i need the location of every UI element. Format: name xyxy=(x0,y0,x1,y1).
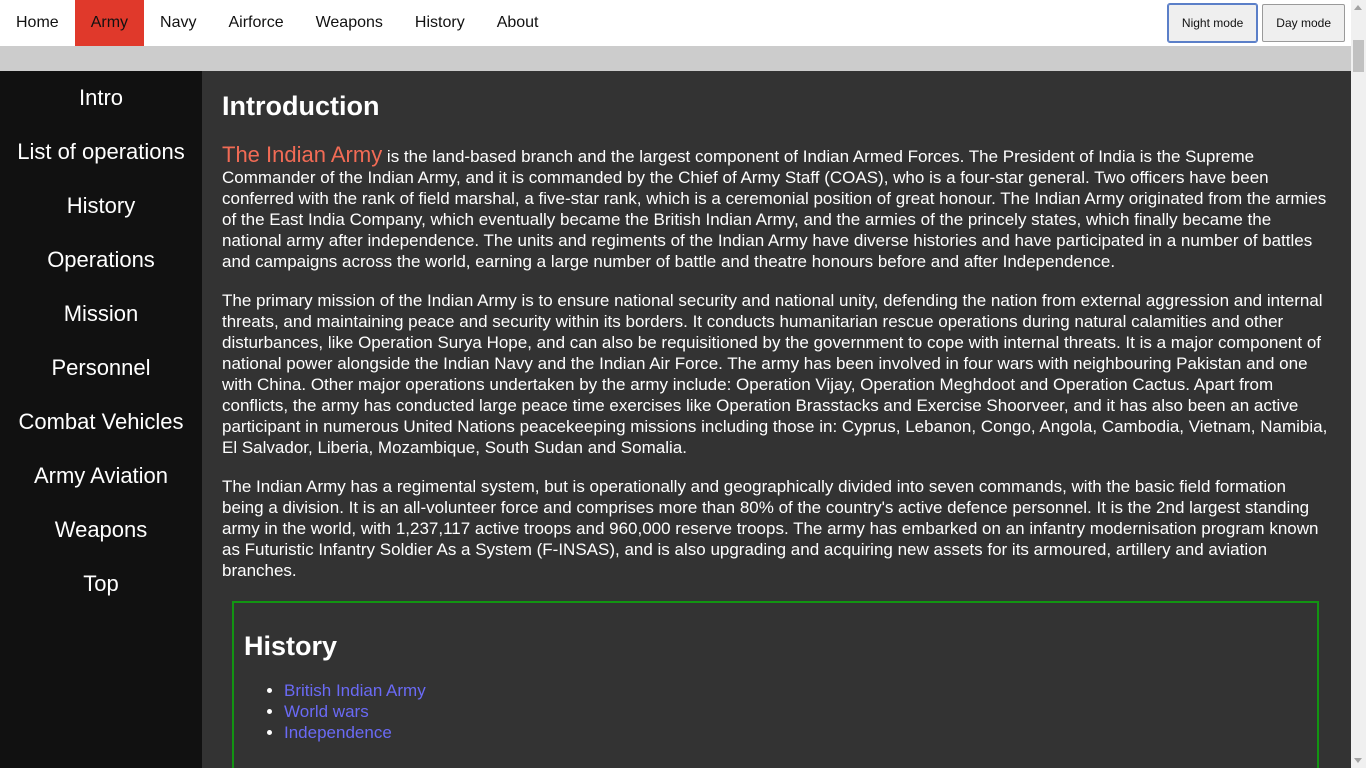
nav-army[interactable]: Army xyxy=(74,0,145,46)
scroll-up-arrow-icon[interactable] xyxy=(1354,5,1362,10)
sidebar-item-weapons[interactable]: Weapons xyxy=(0,503,202,557)
sidebar-item-personnel[interactable]: Personnel xyxy=(0,341,202,395)
sidebar-item-mission[interactable]: Mission xyxy=(0,287,202,341)
scroll-down-arrow-icon[interactable] xyxy=(1354,758,1362,763)
list-item: Independence xyxy=(284,722,1307,743)
paragraph-1-text: is the land-based branch and the largest… xyxy=(222,147,1327,271)
sidebar-item-top[interactable]: Top xyxy=(0,557,202,611)
sidebar-item-operations[interactable]: Operations xyxy=(0,233,202,287)
history-section: History British Indian Army World wars I… xyxy=(232,601,1319,768)
header-divider-band xyxy=(0,46,1351,71)
nav-about[interactable]: About xyxy=(481,0,555,46)
sidebar-item-combat-vehicles[interactable]: Combat Vehicles xyxy=(0,395,202,449)
list-item: British Indian Army xyxy=(284,680,1307,701)
nav-weapons[interactable]: Weapons xyxy=(300,0,399,46)
sidebar-item-intro[interactable]: Intro xyxy=(0,71,202,125)
nav-history[interactable]: History xyxy=(399,0,481,46)
main-content: Introduction The Indian Army is the land… xyxy=(202,71,1351,768)
night-mode-button[interactable]: Night mode xyxy=(1166,3,1259,43)
mode-buttons: Night mode Day mode xyxy=(1166,3,1345,43)
day-mode-button[interactable]: Day mode xyxy=(1262,4,1345,42)
intro-paragraph-2: The primary mission of the Indian Army i… xyxy=(222,291,1328,457)
lead-highlight: The Indian Army xyxy=(222,142,383,167)
link-world-wars[interactable]: World wars xyxy=(284,702,369,721)
nav-navy[interactable]: Navy xyxy=(144,0,212,46)
sidebar: Intro List of operations History Operati… xyxy=(0,71,202,768)
vertical-scrollbar[interactable] xyxy=(1351,0,1366,768)
link-independence[interactable]: Independence xyxy=(284,723,392,742)
sidebar-item-history[interactable]: History xyxy=(0,179,202,233)
intro-paragraph-1: The Indian Army is the land-based branch… xyxy=(222,144,1331,272)
main-inner: Introduction The Indian Army is the land… xyxy=(202,91,1351,768)
history-title: History xyxy=(244,631,338,661)
sidebar-item-list-of-operations[interactable]: List of operations xyxy=(0,125,202,179)
nav-airforce[interactable]: Airforce xyxy=(212,0,299,46)
intro-paragraph-3: The Indian Army has a regimental system,… xyxy=(222,477,1319,580)
link-british-indian-army[interactable]: British Indian Army xyxy=(284,681,426,700)
scroll-thumb[interactable] xyxy=(1353,40,1364,72)
top-navigation: Home Army Navy Airforce Weapons History … xyxy=(0,0,1351,46)
history-link-list: British Indian Army World wars Independe… xyxy=(244,680,1307,743)
page-title: Introduction xyxy=(222,91,380,121)
sidebar-item-army-aviation[interactable]: Army Aviation xyxy=(0,449,202,503)
nav-home[interactable]: Home xyxy=(0,0,75,46)
sidebar-list: Intro List of operations History Operati… xyxy=(0,71,202,611)
list-item: World wars xyxy=(284,701,1307,722)
